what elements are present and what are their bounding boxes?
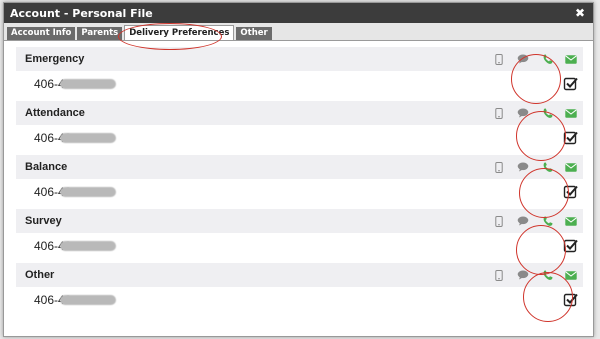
- group-header: Attendance: [16, 101, 583, 125]
- group-header: Survey: [16, 209, 583, 233]
- mobile-phone-icon[interactable]: [487, 155, 511, 179]
- contact-row: 406-49: [16, 233, 583, 259]
- contact-row: 406-4: [16, 71, 583, 97]
- checkbox-checked-icon[interactable]: [563, 238, 579, 254]
- chat-bubble-icon[interactable]: [511, 47, 535, 71]
- dialog-title: Account - Personal File: [10, 6, 153, 20]
- contact-row: 406-49: [16, 179, 583, 205]
- redacted-digits: [60, 133, 116, 143]
- checkbox-checked-icon[interactable]: [563, 184, 579, 200]
- envelope-icon[interactable]: [559, 209, 583, 233]
- preference-group: Attendance 406-49: [16, 101, 583, 151]
- envelope-icon[interactable]: [559, 155, 583, 179]
- preference-group: Survey 406-49: [16, 209, 583, 259]
- envelope-icon[interactable]: [559, 101, 583, 125]
- phone-handset-icon[interactable]: [535, 209, 559, 233]
- checkbox-checked-icon[interactable]: [563, 76, 579, 92]
- redacted-digits: [60, 79, 116, 89]
- contact-row: 406-49: [16, 287, 583, 313]
- contact-row: 406-49: [16, 125, 583, 151]
- chat-bubble-icon[interactable]: [511, 101, 535, 125]
- preference-group: Balance 406-49: [16, 155, 583, 205]
- group-header: Balance: [16, 155, 583, 179]
- tab-other[interactable]: Other: [236, 27, 272, 40]
- group-title: Other: [25, 269, 55, 281]
- checkbox-checked-icon[interactable]: [563, 292, 579, 308]
- tab-account-info[interactable]: Account Info: [7, 27, 76, 40]
- chat-bubble-icon[interactable]: [511, 209, 535, 233]
- redacted-digits: [60, 241, 116, 251]
- mobile-phone-icon[interactable]: [487, 101, 511, 125]
- delivery-preferences-panel: Emergency 406-4 Attendance 406-49 Balanc…: [16, 47, 583, 317]
- phone-handset-icon[interactable]: [535, 101, 559, 125]
- account-personal-file-dialog: Account - Personal File ✖ Account Info P…: [3, 2, 594, 337]
- envelope-icon[interactable]: [559, 263, 583, 287]
- tab-parents[interactable]: Parents: [77, 27, 123, 40]
- phone-handset-icon[interactable]: [535, 155, 559, 179]
- close-icon[interactable]: ✖: [573, 6, 587, 20]
- preference-group: Other 406-49: [16, 263, 583, 313]
- redacted-digits: [60, 295, 116, 305]
- mobile-phone-icon[interactable]: [487, 209, 511, 233]
- chat-bubble-icon[interactable]: [511, 155, 535, 179]
- redacted-digits: [60, 187, 116, 197]
- group-title: Balance: [25, 161, 68, 173]
- group-header: Other: [16, 263, 583, 287]
- channel-icons: [487, 209, 583, 233]
- preference-group: Emergency 406-4: [16, 47, 583, 97]
- channel-icons: [487, 155, 583, 179]
- tab-bar: Account Info Parents Delivery Preference…: [4, 23, 593, 41]
- envelope-icon[interactable]: [559, 47, 583, 71]
- channel-icons: [487, 47, 583, 71]
- group-title: Attendance: [25, 107, 85, 119]
- mobile-phone-icon[interactable]: [487, 263, 511, 287]
- channel-icons: [487, 101, 583, 125]
- group-header: Emergency: [16, 47, 583, 71]
- phone-number: 406-4: [34, 77, 65, 91]
- chat-bubble-icon[interactable]: [511, 263, 535, 287]
- mobile-phone-icon[interactable]: [487, 47, 511, 71]
- phone-handset-icon[interactable]: [535, 263, 559, 287]
- phone-handset-icon[interactable]: [535, 47, 559, 71]
- group-title: Emergency: [25, 53, 85, 65]
- group-title: Survey: [25, 215, 62, 227]
- checkbox-checked-icon[interactable]: [563, 130, 579, 146]
- dialog-titlebar: Account - Personal File ✖: [4, 3, 593, 23]
- channel-icons: [487, 263, 583, 287]
- tab-delivery-preferences[interactable]: Delivery Preferences: [124, 25, 235, 40]
